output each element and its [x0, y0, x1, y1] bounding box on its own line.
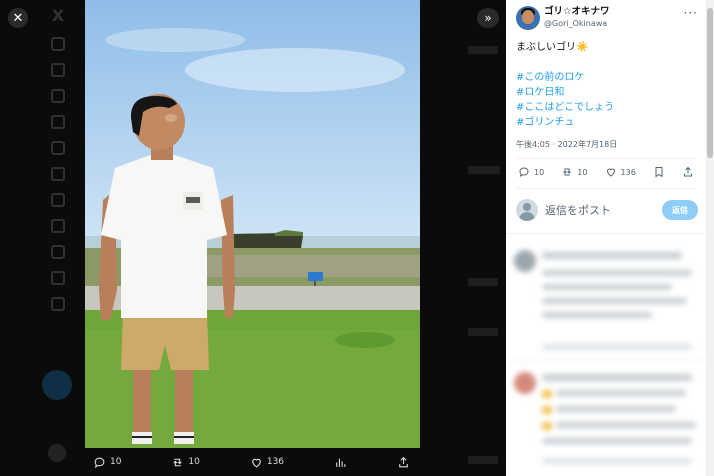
tweet-text: まぶしいゴリ☀️	[516, 40, 588, 55]
ghost-line	[468, 278, 498, 286]
reply-icon	[519, 167, 529, 178]
photo-like-count: 136	[266, 457, 285, 467]
hashtag-link[interactable]: #ロケ日和	[516, 85, 614, 100]
tweet-header: ゴリ☆オキナワ @Gori_Okinawa ···	[516, 6, 698, 30]
reply-button[interactable]: 返信	[662, 200, 698, 220]
heart-icon	[606, 168, 615, 177]
profile-icon	[51, 271, 65, 285]
ghost-line	[468, 166, 500, 174]
x-premium-icon	[51, 219, 65, 233]
background-avatar	[48, 444, 66, 462]
author-avatar[interactable]	[516, 6, 540, 30]
search-icon	[51, 63, 65, 77]
reply-composer: 返信をポスト 返信	[516, 199, 698, 221]
people-icon	[51, 193, 65, 207]
background-content	[420, 0, 506, 476]
mail-icon	[51, 115, 65, 129]
list-icon	[51, 141, 65, 155]
sun-emoji: ☀️	[576, 42, 589, 53]
like-count: 136	[620, 167, 636, 177]
share-icon	[399, 456, 408, 467]
more-options-icon[interactable]: ···	[684, 6, 698, 20]
tweet-panel: ゴリ☆オキナワ @Gori_Okinawa ··· まぶしいゴリ☀️ #この前の…	[506, 0, 706, 476]
scrollbar-thumb[interactable]	[707, 8, 713, 158]
user-avatar	[516, 199, 538, 221]
analytics-icon	[336, 458, 346, 467]
repost-icon	[563, 168, 572, 176]
more-icon	[51, 297, 65, 311]
divider	[516, 158, 696, 159]
tweet-photo[interactable]	[85, 0, 420, 448]
collapse-panel-button[interactable]: »	[477, 8, 499, 28]
hashtag-link[interactable]: #この前のロケ	[516, 70, 614, 85]
bell-icon	[51, 89, 65, 103]
blurred-replies	[506, 240, 706, 476]
share-icon	[683, 166, 692, 177]
tweet-timestamp[interactable]: 午後4:05 · 2022年7月18日	[516, 139, 617, 150]
photo-repost-count: 10	[188, 457, 200, 467]
bookmark-icon	[655, 167, 663, 178]
photo-repost-action[interactable]: 10	[171, 456, 200, 469]
expand-icon: »	[484, 11, 492, 25]
reply-action[interactable]: 10	[518, 166, 544, 178]
photo-share-action[interactable]	[397, 456, 410, 469]
author-handle[interactable]: @Gori_Okinawa	[544, 18, 610, 30]
ghost-line	[468, 456, 498, 464]
background-nav: X	[44, 6, 72, 311]
repost-action[interactable]: 10	[561, 166, 587, 178]
photo-views-action[interactable]	[334, 456, 347, 469]
author-display-name[interactable]: ゴリ☆オキナワ	[544, 6, 610, 18]
x-logo-icon: X	[51, 6, 65, 25]
like-action[interactable]: 136	[605, 166, 636, 178]
background-post-button	[42, 370, 72, 400]
divider	[506, 233, 706, 234]
ghost-line	[468, 46, 498, 54]
photo-illustration	[85, 0, 420, 448]
hashtag-link[interactable]: #ここはどこでしょう	[516, 100, 614, 115]
verified-icon	[51, 245, 65, 259]
close-viewer-button[interactable]: ✕	[8, 8, 28, 28]
heart-icon	[252, 458, 261, 467]
ghost-line	[468, 328, 498, 336]
photo-reply-count: 10	[110, 457, 122, 467]
photo-action-bar: 10 10 136	[85, 448, 420, 476]
photo-like-action[interactable]: 136	[250, 456, 284, 469]
tweet-action-bar: 10 10 136	[518, 166, 694, 178]
bookmark-action[interactable]	[653, 166, 665, 178]
tweet-body: まぶしいゴリ	[516, 42, 576, 53]
repost-count: 10	[577, 167, 588, 177]
photo-reply-action[interactable]: 10	[93, 456, 121, 469]
close-icon: ✕	[12, 10, 24, 26]
reply-icon	[94, 457, 105, 468]
repost-icon	[173, 458, 183, 466]
divider	[516, 188, 696, 189]
reply-count: 10	[534, 167, 545, 177]
share-action[interactable]	[682, 166, 694, 178]
bookmark-icon	[51, 167, 65, 181]
home-icon	[51, 37, 65, 51]
hashtag-list: #この前のロケ #ロケ日和 #ここはどこでしょう #ゴリンチュ	[516, 70, 614, 130]
hashtag-link[interactable]: #ゴリンチュ	[516, 115, 614, 130]
reply-input[interactable]: 返信をポスト	[545, 202, 662, 218]
